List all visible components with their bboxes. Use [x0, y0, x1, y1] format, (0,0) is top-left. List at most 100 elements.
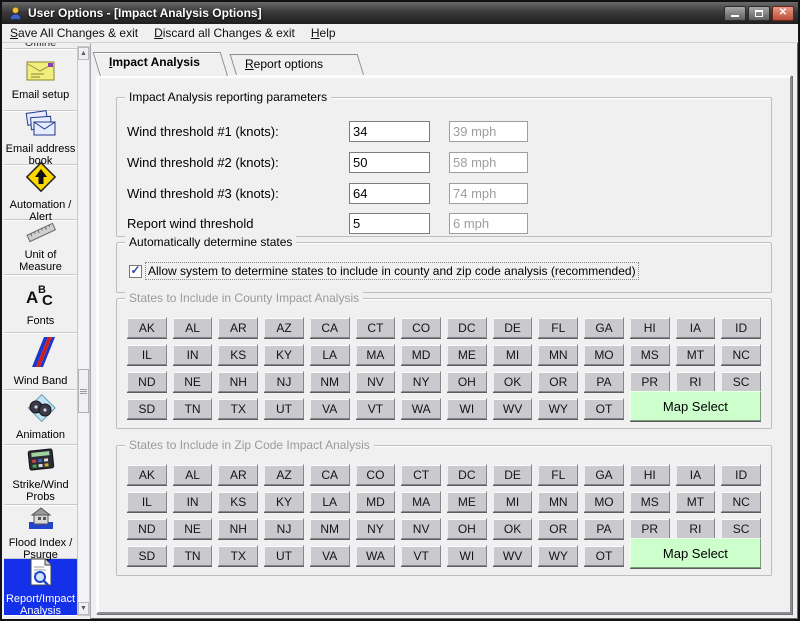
zip-state-button-ne[interactable]: NE — [172, 518, 213, 539]
county-state-button-mt[interactable]: MT — [675, 344, 716, 365]
zip-state-button-pa[interactable]: PA — [584, 518, 624, 539]
county-state-button-ok[interactable]: OK — [492, 371, 533, 392]
sidebar-item-wind-band[interactable]: Wind Band — [4, 333, 77, 390]
zip-state-button-ok[interactable]: OK — [492, 518, 533, 539]
zip-state-button-il[interactable]: IL — [127, 491, 167, 512]
zip-state-button-me[interactable]: ME — [447, 491, 487, 512]
report-wind-threshold-input[interactable] — [349, 213, 430, 234]
menu-help[interactable]: Help — [303, 24, 344, 42]
county-state-button-ca[interactable]: CA — [309, 317, 350, 338]
county-state-button-ky[interactable]: KY — [264, 344, 304, 365]
menu-discard-all-changes[interactable]: Discard all Changes & exit — [146, 24, 303, 42]
scroll-down-arrow-icon[interactable]: ▼ — [78, 602, 89, 615]
tab-report-options[interactable]: Report options — [236, 54, 372, 75]
sidebar-item-email-address-book[interactable]: Email address book — [4, 109, 77, 167]
county-state-button-wy[interactable]: WY — [538, 398, 579, 419]
county-state-button-mi[interactable]: MI — [492, 344, 533, 365]
zip-state-button-fl[interactable]: FL — [538, 464, 579, 485]
auto-determine-checkbox-label[interactable]: Allow system to determine states to incl… — [145, 262, 639, 280]
county-state-button-ri[interactable]: RI — [675, 371, 716, 392]
zip-state-button-wi[interactable]: WI — [447, 545, 487, 566]
zip-state-button-sc[interactable]: SC — [721, 518, 761, 539]
sidebar-item-email-setup[interactable]: Email setup — [4, 49, 77, 111]
zip-state-button-vt[interactable]: VT — [401, 545, 441, 566]
county-map-select-button[interactable]: Map Select — [629, 391, 761, 421]
zip-state-button-mt[interactable]: MT — [675, 491, 716, 512]
county-state-button-wi[interactable]: WI — [447, 398, 487, 419]
sidebar-item-fonts[interactable]: A B C Fonts — [4, 275, 77, 333]
zip-state-button-ar[interactable]: AR — [218, 464, 259, 485]
zip-map-select-button[interactable]: Map Select — [629, 538, 761, 568]
scroll-up-arrow-icon[interactable]: ▲ — [78, 47, 89, 60]
county-state-button-me[interactable]: ME — [447, 344, 487, 365]
zip-state-button-tx[interactable]: TX — [218, 545, 259, 566]
county-state-button-wa[interactable]: WA — [401, 398, 441, 419]
zip-state-button-dc[interactable]: DC — [447, 464, 487, 485]
zip-state-button-la[interactable]: LA — [309, 491, 350, 512]
county-state-button-md[interactable]: MD — [401, 344, 441, 365]
county-state-button-ut[interactable]: UT — [264, 398, 304, 419]
zip-state-button-sd[interactable]: SD — [127, 545, 167, 566]
minimize-button[interactable] — [724, 5, 746, 21]
county-state-button-ms[interactable]: MS — [629, 344, 670, 365]
county-state-button-nj[interactable]: NJ — [264, 371, 304, 392]
county-state-button-il[interactable]: IL — [127, 344, 167, 365]
county-state-button-oh[interactable]: OH — [447, 371, 487, 392]
county-state-button-ma[interactable]: MA — [355, 344, 396, 365]
county-state-button-ks[interactable]: KS — [218, 344, 259, 365]
county-state-button-de[interactable]: DE — [492, 317, 533, 338]
sidebar-item-strike-wind-probs[interactable]: Strike/Wind Probs — [4, 445, 77, 505]
zip-state-button-ot[interactable]: OT — [584, 545, 624, 566]
zip-state-button-tn[interactable]: TN — [172, 545, 213, 566]
zip-state-button-oh[interactable]: OH — [447, 518, 487, 539]
zip-state-button-ct[interactable]: CT — [401, 464, 441, 485]
wind-threshold-3-knots-input[interactable] — [349, 183, 430, 204]
zip-state-button-ks[interactable]: KS — [218, 491, 259, 512]
sidebar-item-animation[interactable]: Animation — [4, 390, 77, 445]
county-state-button-la[interactable]: LA — [309, 344, 350, 365]
county-state-button-ot[interactable]: OT — [584, 398, 624, 419]
zip-state-button-nc[interactable]: NC — [721, 491, 761, 512]
county-state-button-nm[interactable]: NM — [309, 371, 350, 392]
sidebar-item-report-impact-analysis[interactable]: Report/Impact Analysis — [4, 558, 77, 617]
zip-state-button-co[interactable]: CO — [355, 464, 396, 485]
county-state-button-pa[interactable]: PA — [584, 371, 624, 392]
county-state-button-al[interactable]: AL — [172, 317, 213, 338]
county-state-button-sd[interactable]: SD — [127, 398, 167, 419]
zip-state-button-wv[interactable]: WV — [492, 545, 533, 566]
county-state-button-nd[interactable]: ND — [127, 371, 167, 392]
zip-state-button-al[interactable]: AL — [172, 464, 213, 485]
zip-state-button-ca[interactable]: CA — [309, 464, 350, 485]
restore-button[interactable] — [748, 5, 770, 21]
zip-state-button-wy[interactable]: WY — [538, 545, 579, 566]
county-state-button-mn[interactable]: MN — [538, 344, 579, 365]
zip-state-button-mi[interactable]: MI — [492, 491, 533, 512]
zip-state-button-pr[interactable]: PR — [629, 518, 670, 539]
zip-state-button-de[interactable]: DE — [492, 464, 533, 485]
county-state-button-fl[interactable]: FL — [538, 317, 579, 338]
zip-state-button-nd[interactable]: ND — [127, 518, 167, 539]
county-state-button-ak[interactable]: AK — [127, 317, 167, 338]
scrollbar-thumb[interactable] — [78, 369, 89, 413]
zip-state-button-ri[interactable]: RI — [675, 518, 716, 539]
zip-state-button-mn[interactable]: MN — [538, 491, 579, 512]
auto-determine-checkbox[interactable]: ✓ — [129, 264, 142, 278]
close-button[interactable]: ✕ — [772, 5, 794, 21]
county-state-button-ia[interactable]: IA — [675, 317, 716, 338]
county-state-button-ar[interactable]: AR — [218, 317, 259, 338]
zip-state-button-nv[interactable]: NV — [401, 518, 441, 539]
county-state-button-va[interactable]: VA — [309, 398, 350, 419]
zip-state-button-ma[interactable]: MA — [401, 491, 441, 512]
county-state-button-co[interactable]: CO — [401, 317, 441, 338]
zip-state-button-ms[interactable]: MS — [629, 491, 670, 512]
county-state-button-dc[interactable]: DC — [447, 317, 487, 338]
county-state-button-ny[interactable]: NY — [401, 371, 441, 392]
zip-state-button-ky[interactable]: KY — [264, 491, 304, 512]
zip-state-button-ut[interactable]: UT — [264, 545, 304, 566]
zip-state-button-in[interactable]: IN — [172, 491, 213, 512]
county-state-button-in[interactable]: IN — [172, 344, 213, 365]
zip-state-button-ga[interactable]: GA — [584, 464, 624, 485]
county-state-button-ga[interactable]: GA — [584, 317, 624, 338]
zip-state-button-md[interactable]: MD — [355, 491, 396, 512]
sidebar-scrollbar[interactable]: ▲ ▼ — [77, 46, 90, 616]
